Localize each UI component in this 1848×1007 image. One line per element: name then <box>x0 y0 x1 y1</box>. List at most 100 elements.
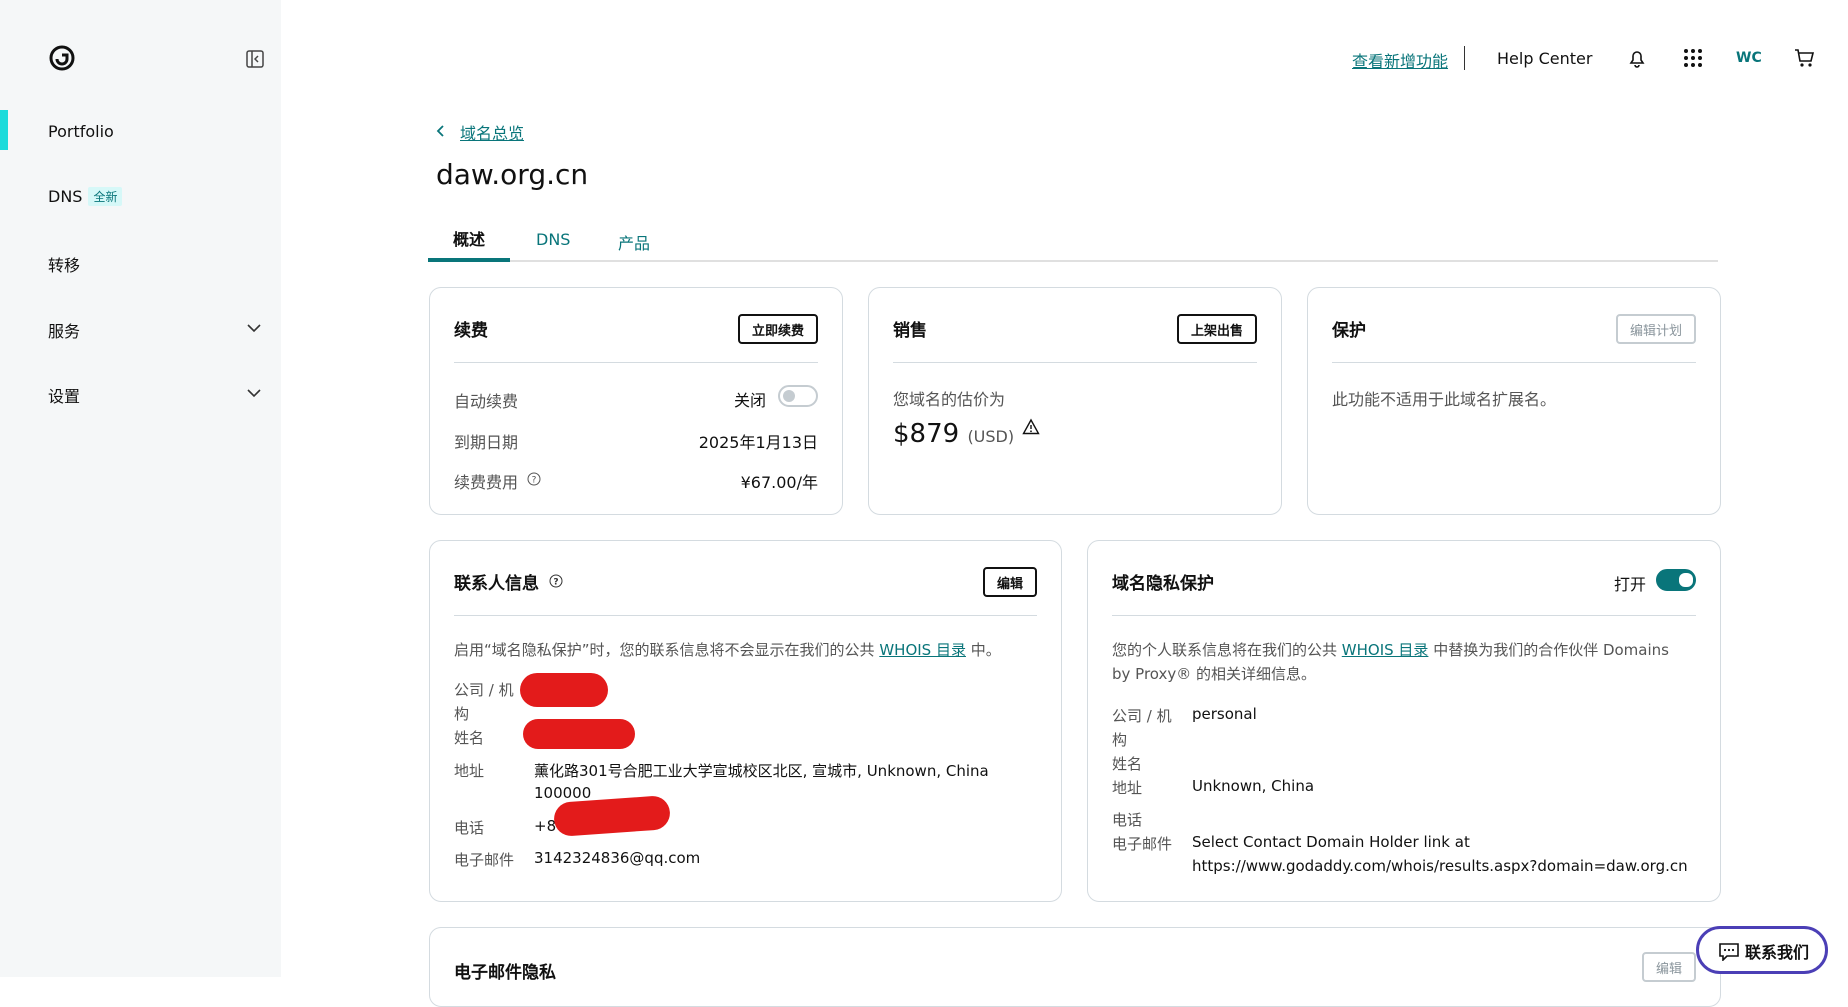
email-line2: https://www.godaddy.com/whois/results.as… <box>1192 857 1688 875</box>
help-circle-icon[interactable]: ? <box>527 472 541 486</box>
redaction-mark <box>520 673 608 707</box>
card-title: 联系人信息 ? <box>454 569 563 594</box>
account-avatar[interactable]: WC <box>1736 50 1762 66</box>
sidebar-item-label: Portfolio <box>48 122 114 141</box>
divider <box>454 615 1037 616</box>
company-label: 公司 / 机 <box>1112 707 1172 725</box>
apps-grid-icon[interactable] <box>1682 47 1704 69</box>
new-badge: 全新 <box>88 187 123 206</box>
expiry-label: 到期日期 <box>454 433 519 452</box>
card-title: 电子邮件隐私 <box>454 963 556 983</box>
tab-products[interactable]: 产品 <box>618 230 650 254</box>
help-center-link[interactable]: Help Center <box>1497 49 1592 68</box>
sales-card: 销售 上架出售 您域名的估价为 $879 (USD) <box>868 287 1282 515</box>
bell-icon[interactable] <box>1626 47 1648 69</box>
name-label: 姓名 <box>454 729 485 747</box>
contact-us-label: 联系我们 <box>1745 943 1810 962</box>
renewal-card: 续费 立即续费 自动续费 关闭 到期日期 2025年1月13日 续费费用 ? ¥… <box>429 287 843 515</box>
note-text: 中替换为我们的合作伙伴 Domains <box>1428 641 1669 659</box>
tab-dns[interactable]: DNS <box>536 230 570 249</box>
sidebar-item-dns[interactable]: DNS 全新 <box>48 187 123 206</box>
divider <box>454 362 818 363</box>
address-label: 地址 <box>454 762 485 780</box>
company-value: personal <box>1192 705 1257 723</box>
tab-overview[interactable]: 概述 <box>453 226 485 250</box>
chat-icon <box>1719 943 1739 961</box>
chevron-down-icon[interactable] <box>246 320 262 336</box>
email-privacy-card: 电子邮件隐私 编辑 <box>429 927 1721 1007</box>
toggle-knob <box>783 390 795 402</box>
sidebar-item-label: 设置 <box>48 387 81 406</box>
whois-link[interactable]: WHOIS 目录 <box>1342 641 1429 659</box>
privacy-note-line2: by Proxy® 的相关详细信息。 <box>1112 665 1317 683</box>
sidebar-item-label: 转移 <box>48 256 81 275</box>
whois-link[interactable]: WHOIS 目录 <box>879 641 966 659</box>
note-text: 中。 <box>965 641 1001 659</box>
phone-label: 电话 <box>1112 811 1143 829</box>
card-title: 续费 <box>454 321 488 341</box>
name-label: 姓名 <box>1112 755 1143 773</box>
cart-icon[interactable] <box>1794 47 1816 69</box>
nav-active-indicator <box>0 110 8 150</box>
sidebar: Portfolio DNS 全新 转移 服务 设置 <box>0 0 281 977</box>
tab-bar: 概述 DNS 产品 <box>428 222 1718 262</box>
estimate-label: 您域名的估价为 <box>893 390 1006 409</box>
renewal-fee-text: 续费费用 <box>454 473 519 492</box>
svg-text:?: ? <box>532 476 537 486</box>
chevron-down-icon[interactable] <box>246 385 262 401</box>
domain-privacy-card: 域名隐私保护 打开 您的个人联系信息将在我们的公共 WHOIS 目录 中替换为我… <box>1087 540 1721 902</box>
company-label-wrap: 构 <box>1112 731 1128 749</box>
privacy-note: 您的个人联系信息将在我们的公共 WHOIS 目录 中替换为我们的合作伙伴 Dom… <box>1112 639 1669 660</box>
warning-icon[interactable] <box>1022 418 1041 436</box>
contact-info-card: 联系人信息 ? 编辑 启用“域名隐私保护”时，您的联系信息将不会显示在我们的公共… <box>429 540 1062 902</box>
chevron-left-icon[interactable] <box>434 124 448 138</box>
breadcrumb[interactable]: 域名总览 <box>460 120 524 144</box>
price-value: $879 <box>893 419 960 449</box>
svg-text:?: ? <box>553 578 558 588</box>
contact-privacy-note: 启用“域名隐私保护”时，您的联系信息将不会显示在我们的公共 WHOIS 目录 中… <box>454 639 1001 660</box>
divider <box>893 362 1257 363</box>
email-line1: Select Contact Domain Holder link at <box>1192 833 1470 851</box>
divider <box>1464 46 1465 70</box>
sidebar-item-services[interactable]: 服务 <box>48 318 80 342</box>
renewal-fee-value: ¥67.00/年 <box>740 473 818 492</box>
redaction-mark <box>552 794 672 838</box>
protection-message: 此功能不适用于此域名扩展名。 <box>1332 390 1557 409</box>
divider <box>1112 615 1696 616</box>
privacy-toggle[interactable] <box>1656 569 1696 591</box>
card-title-text: 联系人信息 <box>454 574 539 594</box>
address-label: 地址 <box>1112 779 1143 797</box>
protection-card: 保护 编辑计划 此功能不适用于此域名扩展名。 <box>1307 287 1721 515</box>
whats-new-link[interactable]: 查看新增功能 <box>1352 48 1448 72</box>
help-circle-icon[interactable]: ? <box>549 574 563 588</box>
phone-label: 电话 <box>454 819 485 837</box>
card-title: 域名隐私保护 <box>1112 574 1214 594</box>
toggle-knob <box>1679 573 1693 587</box>
redaction-mark <box>523 719 635 749</box>
phone-value: +8 <box>534 817 557 835</box>
email-label: 电子邮件 <box>1112 835 1173 853</box>
auto-renew-toggle[interactable] <box>778 385 818 407</box>
expiry-value: 2025年1月13日 <box>698 433 818 452</box>
auto-renew-label: 自动续费 <box>454 392 519 411</box>
renew-now-button[interactable]: 立即续费 <box>737 314 818 344</box>
note-text: 启用“域名隐私保护”时，您的联系信息将不会显示在我们的公共 <box>454 641 880 659</box>
edit-email-privacy-button[interactable]: 编辑 <box>1641 952 1696 982</box>
address-line2: 100000 <box>534 784 592 802</box>
address-line1: 薰化路301号合肥工业大学宣城校区北区, 宣城市, Unknown, China <box>534 762 989 780</box>
edit-plan-button[interactable]: 编辑计划 <box>1615 314 1696 344</box>
edit-contact-button[interactable]: 编辑 <box>982 567 1037 597</box>
email-value: 3142324836@qq.com <box>534 849 701 867</box>
currency-label: (USD) <box>967 427 1015 446</box>
contact-us-button[interactable]: 联系我们 <box>1696 926 1828 974</box>
godaddy-logo-icon[interactable] <box>48 44 76 72</box>
collapse-sidebar-icon[interactable] <box>246 50 264 68</box>
estimated-price: $879 (USD) <box>893 418 1041 449</box>
email-label: 电子邮件 <box>454 851 515 869</box>
sidebar-item-settings[interactable]: 设置 <box>48 383 80 407</box>
list-for-sale-button[interactable]: 上架出售 <box>1176 314 1257 344</box>
card-title: 销售 <box>893 321 927 341</box>
sidebar-item-transfer[interactable]: 转移 <box>48 252 80 276</box>
divider <box>1332 362 1696 363</box>
sidebar-item-portfolio[interactable]: Portfolio <box>48 122 114 141</box>
